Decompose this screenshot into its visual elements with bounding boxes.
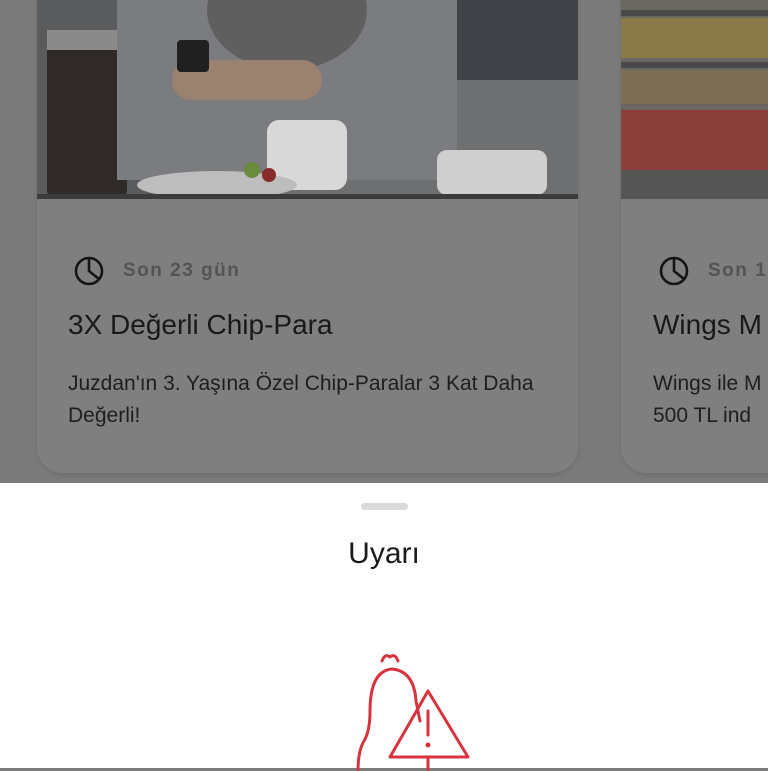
days-left-label: Son 23 gün (123, 260, 241, 281)
campaign-card[interactable]: Son 23 gün 3X Değerli Chip-Para Juzdan'ı… (37, 0, 578, 473)
sheet-drag-handle[interactable] (361, 503, 408, 510)
warning-bottom-sheet: Uyarı (0, 483, 768, 771)
dimmed-background: Son 23 gün 3X Değerli Chip-Para Juzdan'ı… (0, 0, 768, 483)
card-meta: Son 23 gün (73, 255, 240, 287)
campaign-image (37, 0, 578, 199)
campaign-description: Juzdan'ın 3. Yaşına Özel Chip-Paralar 3 … (68, 372, 534, 427)
campaign-image (621, 0, 768, 199)
days-left-label: Son 1 (708, 260, 768, 281)
campaign-card[interactable]: Son 1 Wings M Wings ile M 500 TL ind (621, 0, 768, 473)
campaign-title: Wings M (653, 309, 762, 340)
pie-clock-icon (659, 256, 689, 286)
sheet-title: Uyarı (348, 537, 420, 570)
campaign-description: Wings ile M 500 TL ind (653, 368, 768, 432)
campaign-title: 3X Değerli Chip-Para (68, 309, 333, 340)
pie-clock-icon (74, 256, 104, 286)
card-meta: Son 1 (658, 255, 767, 287)
campaign-description-line: Wings ile M (653, 372, 762, 395)
campaign-description-line: 500 TL ind (653, 404, 752, 427)
bell-warning-icon (356, 654, 470, 771)
